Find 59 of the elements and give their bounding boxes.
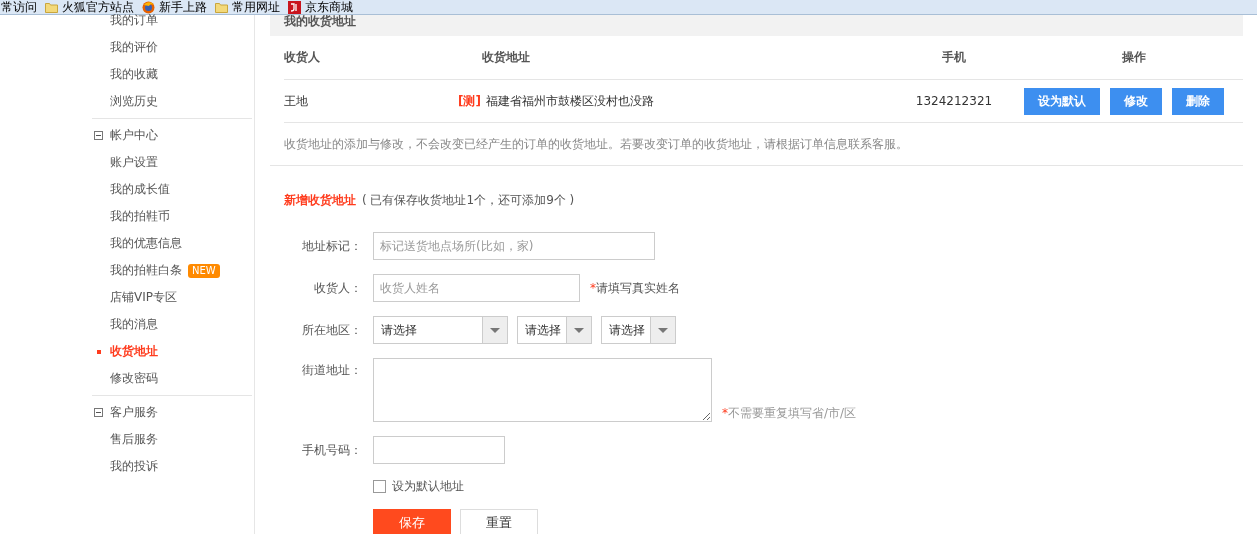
bookmark-link[interactable]: 火狐官方站点 [45, 0, 134, 14]
sidebar-heading: 帐户中心 [110, 127, 158, 144]
bookmark-link[interactable]: 常用网址 [215, 0, 280, 14]
column-header: 手机 [942, 50, 966, 64]
table-cell: 福建省福州市鼓楼区没村也没路 [485, 92, 654, 110]
checkbox[interactable] [373, 480, 386, 493]
input-field[interactable] [373, 436, 505, 464]
sidebar-item[interactable]: 我的拍鞋白条 [110, 262, 182, 279]
sidebar-item[interactable]: 我的消息 [110, 316, 158, 333]
panel-title: 我的收货地址 [284, 15, 356, 27]
table-cell: 王地 [284, 93, 308, 108]
globe-icon [142, 0, 155, 14]
checkbox-label: 设为默认地址 [392, 478, 464, 495]
sidebar-item[interactable]: 我的优惠信息 [110, 235, 182, 252]
folder-icon [215, 1, 228, 13]
region-select[interactable]: 请选择 [373, 316, 508, 344]
folder-icon [45, 1, 58, 13]
sidebar-item[interactable]: 修改密码 [110, 370, 158, 387]
field-label: 手机号码： [301, 441, 362, 459]
new-badge: NEW [188, 263, 220, 278]
text-area[interactable] [373, 358, 712, 422]
field-label: 街道地址： [301, 362, 362, 379]
test-tag: [测] [458, 92, 481, 110]
form-subtitle: ( 已有保存收货地址1个，还可添加9个 ) [362, 192, 575, 209]
bookmark-link[interactable]: 常访问 [1, 0, 37, 14]
collapse-icon[interactable] [94, 408, 103, 417]
sidebar-item[interactable]: 我的拍鞋币 [110, 208, 170, 225]
sidebar-item[interactable]: 我的投诉 [110, 458, 158, 475]
sidebar-item[interactable]: 售后服务 [110, 431, 158, 448]
sidebar-item[interactable]: 我的评价 [110, 39, 158, 56]
sidebar-item[interactable]: 我的收藏 [110, 66, 158, 83]
region-select[interactable]: 请选择 [517, 316, 592, 344]
form-title: 新增收货地址 [284, 192, 356, 209]
field-label: 地址标记： [301, 237, 362, 255]
sidebar-item[interactable]: 店铺VIP专区 [110, 289, 177, 306]
sidebar-item[interactable]: 我的成长值 [110, 181, 170, 198]
bookmark-link[interactable]: 新手上路 [142, 0, 207, 14]
collapse-icon[interactable] [94, 131, 103, 140]
sidebar-item[interactable]: 账户设置 [110, 154, 158, 171]
table-cell: 1324212321 [915, 94, 993, 108]
sidebar-item[interactable]: 我的订单 [110, 12, 158, 29]
sidebar-heading: 客户服务 [110, 404, 158, 421]
input-field[interactable]: 收货人姓名 [373, 274, 580, 302]
field-hint: *请填写真实姓名 [590, 279, 680, 297]
sidebar-item[interactable]: 浏览历史 [110, 93, 158, 110]
bullet-icon [97, 350, 101, 354]
store-logo-icon [288, 0, 301, 14]
region-select[interactable]: 请选择 [601, 316, 676, 344]
column-header: 操作 [1121, 50, 1146, 64]
reset-button[interactable]: 重置 [460, 509, 538, 534]
field-label: 收货人： [313, 279, 362, 297]
column-header: 收货人 [284, 50, 320, 64]
field-hint: *不需要重复填写省/市/区 [722, 405, 857, 422]
field-label: 所在地区： [301, 321, 362, 339]
column-header: 收货地址 [482, 50, 530, 64]
input-field[interactable]: 标记送货地点场所(比如，家) [373, 232, 655, 260]
bookmark-link[interactable]: 京东商城 [288, 0, 353, 14]
info-note: 收货地址的添加与修改，不会改变已经产生的订单的收货地址。若要改变订单的收货地址，请根据订单信息联系客服。 [270, 123, 1243, 166]
sidebar-item[interactable]: 收货地址 [110, 343, 158, 360]
